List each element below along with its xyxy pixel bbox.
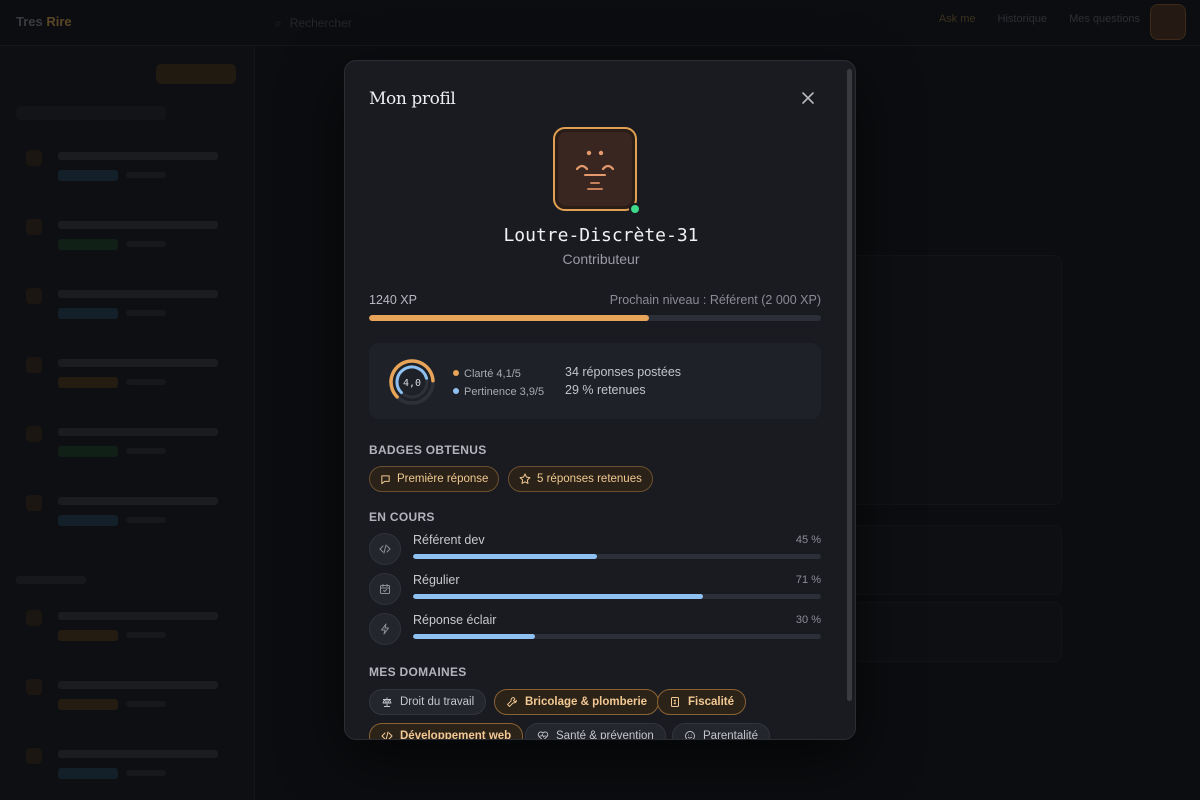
- answers-posted: 34 réponses postées: [565, 365, 682, 379]
- domain-chip-fiscalite[interactable]: Fiscalité: [657, 689, 747, 715]
- answer-stats: 34 réponses postées 29 % retenues: [565, 363, 681, 399]
- xp-progress-bar: [369, 315, 821, 321]
- xp-progress-fill: [369, 315, 650, 321]
- score-legend: Clarté 4,1/5 Pertinence 3,9/5: [453, 365, 544, 401]
- legend-relevance: Pertinence 3,9/5: [453, 383, 544, 401]
- xp-current: 1240 XP: [369, 293, 417, 307]
- badge-five-retained: 5 réponses retenues: [508, 466, 653, 492]
- stats-card: 4,0 Clarté 4,1/5 Pertinence 3,9/5 34 rép…: [369, 343, 821, 419]
- profile-username: Loutre-Discrète-31: [503, 225, 699, 246]
- code-icon: [369, 533, 401, 565]
- domain-chip-developpement-web[interactable]: Développement web: [369, 723, 524, 739]
- online-status-dot: [629, 203, 641, 215]
- answers-retained: 29 % retenues: [565, 383, 646, 397]
- modal-scrollbar[interactable]: [847, 69, 852, 701]
- profile-modal: Mon profil Loutre-Discrète-31 Contribute…: [344, 60, 856, 740]
- domain-chip-parentalite[interactable]: Parentalité: [672, 723, 770, 739]
- star-icon: [519, 473, 531, 484]
- domains-title: MES DOMAINES: [369, 665, 467, 679]
- close-button[interactable]: [797, 87, 819, 109]
- domain-chip-bricolage[interactable]: Bricolage & plomberie: [494, 689, 660, 715]
- gauge-score: 4,0: [403, 378, 421, 389]
- profile-avatar: [553, 127, 641, 215]
- domain-chip-droit-du-travail[interactable]: Droit du travail: [369, 689, 487, 715]
- wrench-icon: [507, 697, 517, 707]
- xp-next-level: Prochain niveau : Référent (2 000 XP): [609, 293, 821, 307]
- progress-item-regulier: Régulier 71 %: [369, 573, 821, 609]
- badges-title: BADGES OBTENUS: [369, 443, 487, 457]
- badge-first-answer: Première réponse: [369, 466, 500, 492]
- code-icon: [381, 731, 393, 739]
- progress-item-referent-dev: Référent dev 45 %: [369, 533, 821, 569]
- chat-bubble-icon: [381, 474, 390, 484]
- calendar-check-icon: [369, 573, 401, 605]
- domain-chip-sante[interactable]: Santé & prévention: [525, 723, 666, 739]
- receipt-icon: [671, 697, 679, 707]
- legend-clarity: Clarté 4,1/5: [453, 365, 544, 383]
- profile-role: Contributeur: [562, 251, 640, 267]
- lightning-icon: [369, 613, 401, 645]
- score-gauge: 4,0: [389, 359, 435, 405]
- close-icon: [802, 92, 814, 104]
- scale-icon: [382, 697, 392, 707]
- modal-title: Mon profil: [369, 89, 456, 109]
- progress-item-reponse-eclair: Réponse éclair 30 %: [369, 613, 821, 649]
- heart-pulse-icon: [537, 731, 549, 739]
- progress-title: EN COURS: [369, 510, 435, 524]
- smile-icon: [685, 731, 695, 739]
- otter-face-icon: [575, 150, 615, 190]
